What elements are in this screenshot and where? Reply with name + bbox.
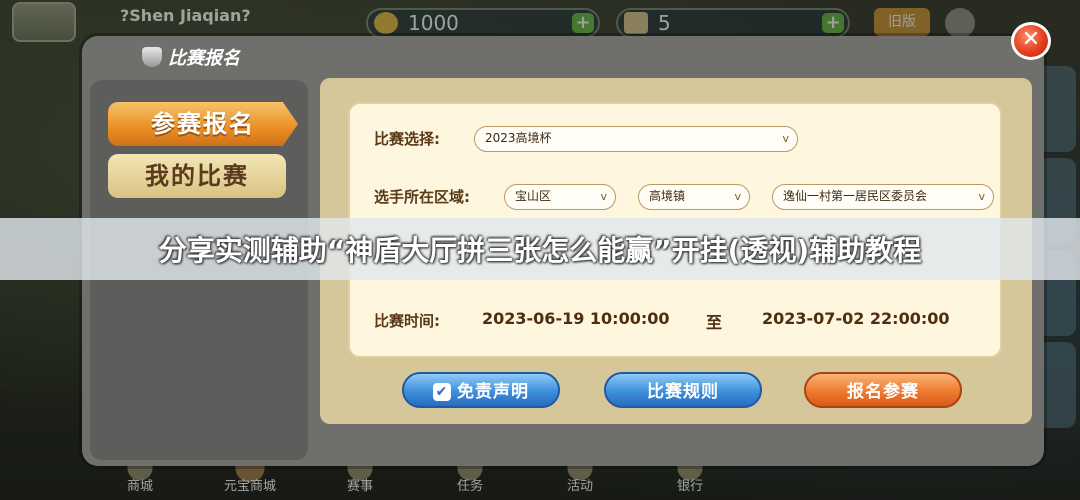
ticket-balance: 5 + xyxy=(616,8,850,38)
disclaimer-label: 免责声明 xyxy=(457,382,529,402)
town-select-value: 高境镇 xyxy=(649,189,686,203)
add-tickets-button[interactable]: + xyxy=(822,13,844,33)
register-button[interactable]: 报名参赛 xyxy=(804,372,962,408)
avatar[interactable] xyxy=(12,2,76,42)
chevron-down-icon: v xyxy=(978,190,985,203)
coin-amount: 1000 xyxy=(408,11,459,35)
checkbox-checked-icon[interactable]: ✔ xyxy=(433,383,451,401)
overlay-banner: 分享实测辅助“神盾大厅拼三张怎么能赢”开挂(透视)辅助教程 xyxy=(0,218,1080,280)
match-select-value: 2023高境杯 xyxy=(485,131,552,145)
match-select-label: 比赛选择: xyxy=(374,130,440,148)
ticket-amount: 5 xyxy=(658,11,671,35)
region-label: 选手所在区域: xyxy=(374,188,470,206)
chevron-down-icon: v xyxy=(600,190,607,203)
chevron-down-icon: v xyxy=(782,132,789,145)
close-icon[interactable]: ✕ xyxy=(1011,22,1051,60)
tab-my-matches[interactable]: 我的比赛 xyxy=(108,154,286,198)
ticket-icon xyxy=(624,12,648,34)
community-select-value: 逸仙一村第一居民区委员会 xyxy=(783,189,928,203)
player-name: ?Shen Jiaqian? xyxy=(120,6,251,25)
match-time-label: 比赛时间: xyxy=(374,312,440,330)
match-start-time: 2023-06-19 10:00:00 xyxy=(482,309,670,328)
coin-balance: 1000 + xyxy=(366,8,600,38)
gear-icon[interactable] xyxy=(945,8,975,38)
modal-title: 比赛报名 xyxy=(142,42,240,72)
rules-button[interactable]: 比赛规则 xyxy=(604,372,762,408)
tab-signup[interactable]: 参赛报名 xyxy=(108,102,298,146)
chevron-down-icon: v xyxy=(734,190,741,203)
trophy-icon xyxy=(142,47,162,67)
disclaimer-button[interactable]: ✔ 免责声明 xyxy=(402,372,560,408)
match-select[interactable]: 2023高境杯 v xyxy=(474,126,798,152)
community-select[interactable]: 逸仙一村第一居民区委员会 v xyxy=(772,184,994,210)
match-end-time: 2023-07-02 22:00:00 xyxy=(762,309,950,328)
district-select-value: 宝山区 xyxy=(515,189,552,203)
district-select[interactable]: 宝山区 v xyxy=(504,184,616,210)
banner-text: 分享实测辅助“神盾大厅拼三张怎么能赢”开挂(透视)辅助教程 xyxy=(158,234,922,267)
town-select[interactable]: 高境镇 v xyxy=(638,184,750,210)
modal-title-text: 比赛报名 xyxy=(168,48,240,69)
match-time-separator: 至 xyxy=(706,313,723,332)
add-coins-button[interactable]: + xyxy=(572,13,594,33)
old-version-button[interactable]: 旧版 xyxy=(874,8,930,36)
coin-icon xyxy=(374,12,398,34)
